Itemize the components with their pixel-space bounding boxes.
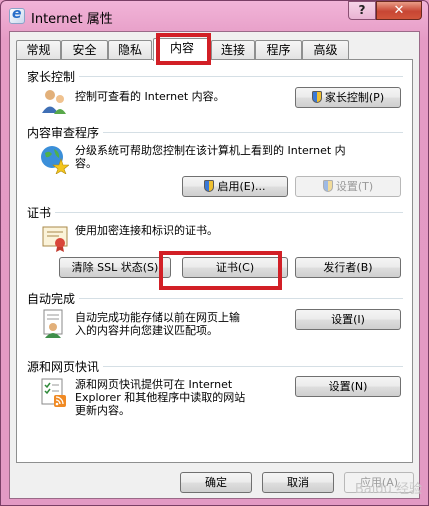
tab-connections[interactable]: 连接 — [211, 40, 255, 59]
group-title-parental: 家长控制 — [27, 68, 80, 85]
certificates-description: 使用加密连接和标识的证书。 — [75, 224, 218, 237]
group-divider — [27, 298, 403, 299]
tab-programs[interactable]: 程序 — [255, 40, 302, 59]
enable-advisor-button[interactable]: 启用(E)... — [182, 176, 288, 197]
watermark-text: Baidu 经验 — [354, 482, 422, 497]
internet-explorer-icon — [9, 6, 25, 24]
help-button[interactable]: ? — [348, 1, 376, 20]
advisor-settings-label: 设置(T) — [335, 180, 374, 193]
advisor-description-line2: 容。 — [75, 157, 97, 170]
content-advisor-icon — [41, 146, 69, 174]
autocomplete-description-line2: 入的内容并向您建议匹配项。 — [75, 324, 218, 337]
feeds-description-line3: 更新内容。 — [75, 404, 130, 417]
advisor-description-line1: 分级系统可帮助您控制在该计算机上看到的 Internet 内 — [75, 144, 346, 157]
group-divider — [27, 76, 403, 77]
parental-controls-icon — [42, 90, 66, 114]
certificates-group: 证书 使用加密连接和标识的证书。 清除 SSL 状态(S) 证书(C) 发行者(… — [27, 204, 403, 284]
internet-properties-window: Internet 属性 ? ✕ 常规 安全 隐私 内容 连接 程序 高级 家长控… — [0, 0, 429, 506]
content-tab-panel: 家长控制 控制可查看的 Internet 内容。 家长控制(P) 内容审查程序 — [16, 59, 413, 463]
feeds-icon — [41, 378, 66, 407]
dialog-client-area: 常规 安全 隐私 内容 连接 程序 高级 家长控制 控制可查看的 Interne… — [9, 31, 420, 499]
tab-general[interactable]: 常规 — [16, 40, 61, 59]
parental-controls-group: 家长控制 控制可查看的 Internet 内容。 家长控制(P) — [27, 68, 403, 118]
uac-shield-icon — [311, 91, 322, 103]
tab-advanced[interactable]: 高级 — [302, 40, 349, 59]
autocomplete-group: 自动完成 自动完成功能存储以前在网页上输 入的内容并向您建议匹配项。 设置(I) — [27, 290, 403, 360]
group-title-certificates: 证书 — [27, 204, 56, 221]
group-title-advisor: 内容审查程序 — [27, 124, 104, 141]
tab-security[interactable]: 安全 — [61, 40, 108, 59]
tab-content[interactable]: 内容 — [153, 38, 211, 61]
group-title-feeds: 源和网页快讯 — [27, 358, 104, 375]
ok-button[interactable]: 确定 — [180, 472, 252, 493]
group-title-autocomplete: 自动完成 — [27, 290, 80, 307]
feeds-webslices-group: 源和网页快讯 源和网页快讯提供可在 Internet Explorer 和其他程… — [27, 358, 403, 438]
autocomplete-description-line1: 自动完成功能存储以前在网页上输 — [75, 311, 240, 324]
feeds-description-line1: 源和网页快讯提供可在 Internet — [75, 378, 233, 391]
autocomplete-icon — [43, 309, 63, 338]
cancel-button[interactable]: 取消 — [262, 472, 334, 493]
autocomplete-settings-button[interactable]: 设置(I) — [295, 309, 401, 330]
uac-shield-icon — [204, 180, 215, 192]
group-divider — [27, 212, 403, 213]
window-title: Internet 属性 — [31, 12, 113, 27]
tab-privacy[interactable]: 隐私 — [108, 40, 152, 59]
clear-ssl-state-button[interactable]: 清除 SSL 状态(S) — [59, 257, 171, 278]
enable-advisor-label: 启用(E)... — [217, 180, 266, 193]
certificates-button[interactable]: 证书(C) — [182, 257, 288, 278]
parental-controls-button[interactable]: 家长控制(P) — [295, 87, 401, 108]
close-button[interactable]: ✕ — [376, 1, 422, 20]
feeds-settings-button[interactable]: 设置(N) — [295, 376, 401, 397]
publishers-button[interactable]: 发行者(B) — [295, 257, 401, 278]
parental-controls-label: 家长控制(P) — [324, 91, 385, 104]
content-advisor-group: 内容审查程序 分级系统可帮助您控制在该计算机上看到的 Internet 内 容。… — [27, 124, 403, 198]
title-bar[interactable]: Internet 属性 ? ✕ — [1, 1, 428, 31]
advisor-settings-button: 设置(T) — [295, 176, 401, 197]
uac-shield-icon — [322, 180, 333, 192]
feeds-description-line2: Explorer 和其他程序中读取的网站 — [75, 391, 246, 404]
parental-description: 控制可查看的 Internet 内容。 — [75, 90, 225, 103]
certificate-icon — [42, 226, 68, 252]
